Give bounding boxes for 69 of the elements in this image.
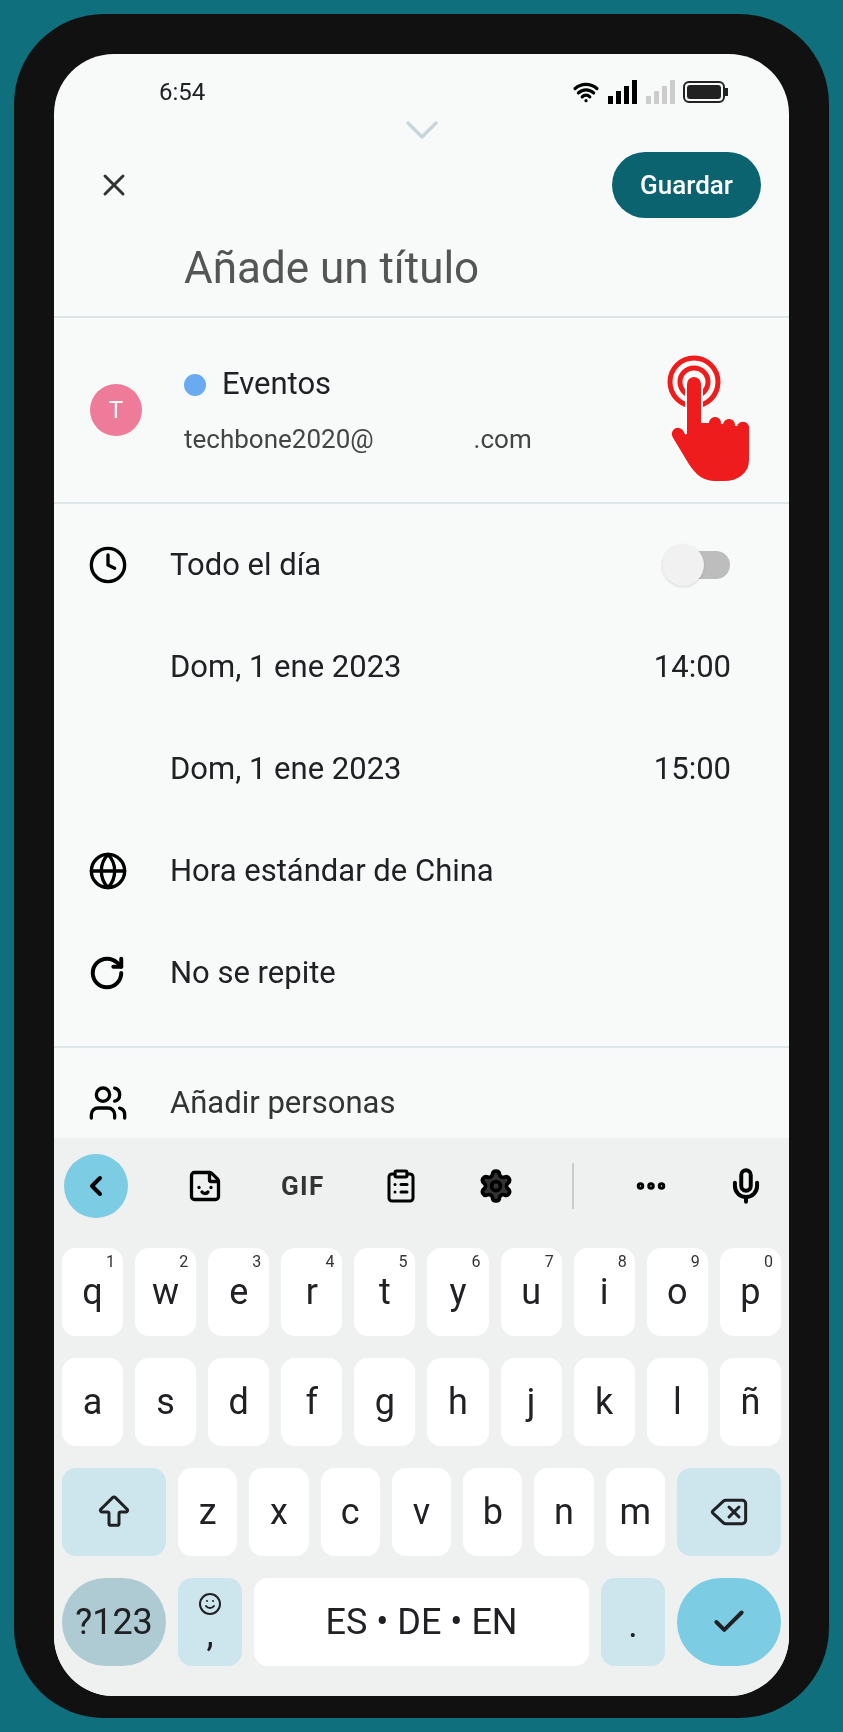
keyboard-key[interactable]: k [573,1358,635,1446]
keyboard-key[interactable]: ñ [719,1358,781,1446]
space-key[interactable]: ES • DE • EN [254,1578,589,1666]
keyboard-key[interactable]: j [500,1358,562,1446]
keyboard-key[interactable]: l [646,1358,708,1446]
no-signal-icon [645,80,675,104]
keyboard-key[interactable]: q 1 [62,1248,124,1336]
all-day-label: Todo el día [170,544,322,585]
keyboard-key[interactable]: n [534,1468,594,1556]
keyboard-key[interactable]: d [208,1358,270,1446]
key-hint: 6 [471,1251,481,1273]
event-time[interactable]: 14:00 [653,643,731,691]
period-key[interactable]: . [601,1578,665,1666]
key-hint: 1 [106,1251,116,1273]
keyboard-key[interactable]: m [605,1468,665,1556]
signal-icon [607,80,637,104]
key-hint: 5 [398,1251,408,1273]
settings-icon[interactable] [477,1168,514,1204]
keyboard-key[interactable]: e 3 [208,1248,270,1336]
emoji-icon [198,1592,222,1616]
keyboard-key[interactable]: x [249,1468,309,1556]
account-email: .com [473,422,532,456]
all-day-switch[interactable] [661,543,731,587]
keyboard-key[interactable]: w 2 [135,1248,197,1336]
calendar-name: Eventos [222,364,332,405]
keyboard-key[interactable]: u 7 [500,1248,562,1336]
backspace-key[interactable] [676,1468,781,1556]
keyboard-key[interactable]: o 9 [646,1248,708,1336]
event-time[interactable]: 15:00 [653,745,731,793]
keyboard-key[interactable]: b [463,1468,523,1556]
key-hint: 0 [763,1251,773,1273]
repeat-icon [88,954,126,992]
shift-key[interactable] [62,1468,166,1556]
globe-icon [88,851,128,891]
keyboard-key[interactable]: r 4 [281,1248,343,1336]
keyboard-key[interactable]: s [135,1358,197,1446]
key-hint: 4 [325,1251,335,1273]
event-date[interactable]: Dom, 1 ene 2023 [170,745,402,793]
keyboard-key[interactable]: g [354,1358,416,1446]
key-hint: 8 [617,1251,627,1273]
key-hint: 2 [179,1251,189,1273]
keyboard-key[interactable]: c [320,1468,380,1556]
keyboard-key[interactable]: i 8 [573,1248,635,1336]
keyboard-key[interactable]: p 0 [719,1248,781,1336]
keyboard-key[interactable]: z [178,1468,238,1556]
timezone-label[interactable]: Hora estándar de China [170,847,494,895]
keyboard-key[interactable]: y 6 [427,1248,489,1336]
event-date[interactable]: Dom, 1 ene 2023 [170,643,402,691]
account-avatar: T [90,384,142,436]
keyboard-key[interactable]: f [281,1358,343,1446]
save-button[interactable]: Guardar [612,152,761,218]
key-hint: 3 [252,1251,262,1273]
clock-icon [88,545,128,585]
keyboard-key[interactable]: h [427,1358,489,1446]
keyboard-key[interactable]: a [62,1358,124,1446]
add-people-label[interactable]: Añadir personas [170,1079,396,1127]
keyboard-key[interactable]: t 5 [354,1248,416,1336]
keyboard-key[interactable]: v [391,1468,452,1556]
battery-icon [683,80,729,104]
account-email: techbone2020@ [184,422,374,456]
key-hint: 9 [690,1251,700,1273]
key-hint: 7 [544,1251,554,1273]
gif-button[interactable]: GIF [281,1166,325,1206]
symbols-key[interactable]: ?123 [62,1578,166,1666]
people-icon [88,1083,128,1123]
emoji-comma-key[interactable]: , [178,1578,242,1666]
title-input[interactable]: Añade un título [184,235,704,301]
status-time: 6:54 [159,77,206,108]
repeat-label[interactable]: No se repite [170,949,336,997]
